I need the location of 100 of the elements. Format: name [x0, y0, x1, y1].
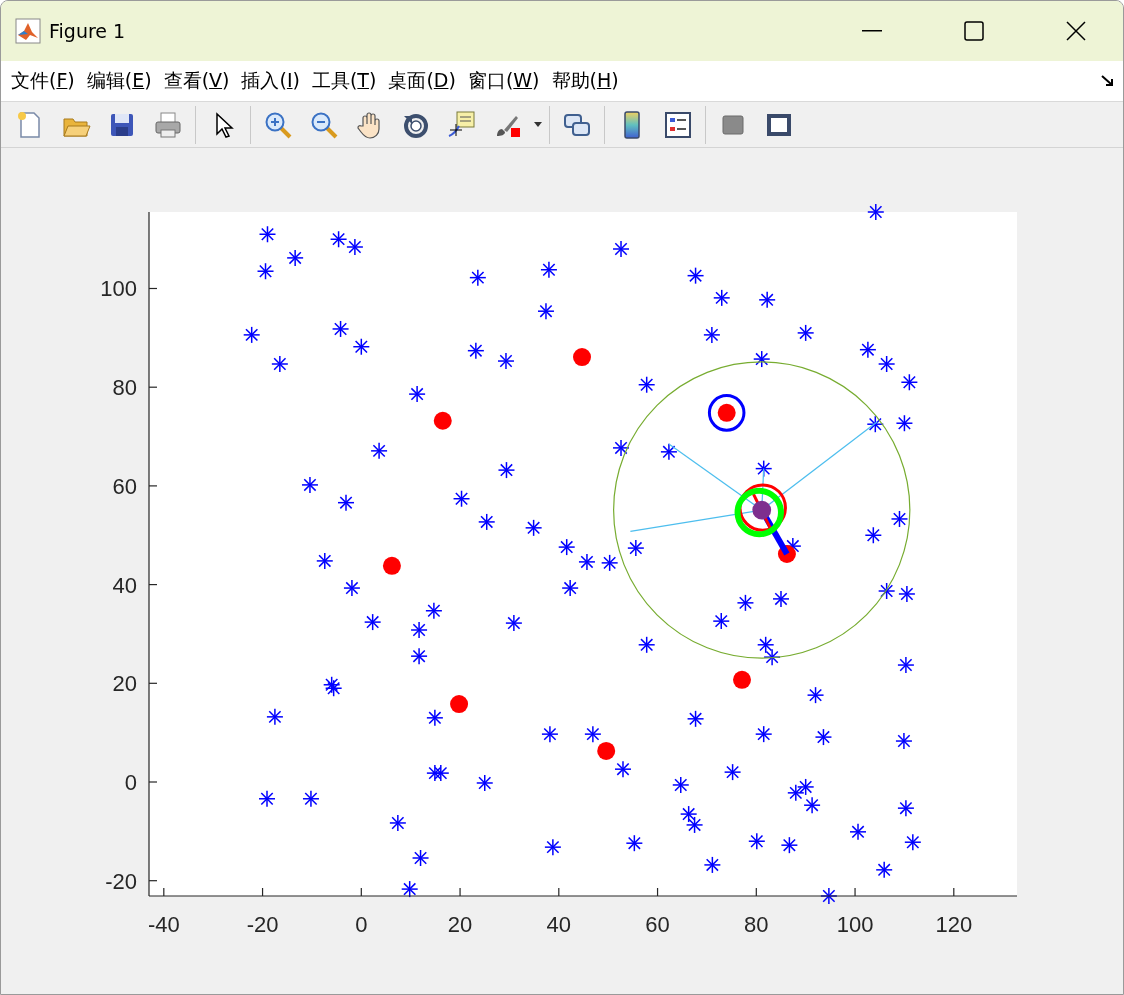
star-marker	[476, 774, 494, 792]
star-marker	[425, 602, 443, 620]
star-marker	[890, 510, 909, 528]
tick-label: -40	[147, 912, 180, 937]
tick-label: 80	[112, 375, 137, 401]
menu-item[interactable]: 查看(V)	[157, 63, 236, 99]
star-marker	[410, 621, 428, 639]
star-marker	[864, 526, 883, 544]
menu-item[interactable]: 编辑(E)	[80, 63, 158, 99]
star-marker	[900, 373, 919, 391]
tick-label: 20	[112, 671, 137, 697]
star-marker	[600, 554, 619, 572]
star-marker	[627, 539, 645, 557]
caret-icon	[534, 122, 542, 127]
star-marker	[540, 261, 558, 279]
dot-marker	[382, 556, 401, 575]
star-marker	[703, 856, 722, 874]
star-marker	[612, 439, 630, 457]
star-marker	[787, 784, 805, 802]
print-icon	[153, 109, 183, 140]
star-marker	[867, 203, 885, 221]
tick-label: 120	[935, 912, 973, 937]
tick-label: 40	[546, 912, 572, 937]
star-marker	[258, 225, 277, 243]
star-marker	[578, 553, 596, 571]
menu-item[interactable]: 帮助(H)	[545, 63, 625, 99]
star-marker	[477, 513, 496, 531]
star-marker	[544, 838, 562, 856]
star-marker	[497, 461, 516, 479]
data-cursor-icon	[447, 109, 477, 140]
star-marker	[469, 268, 487, 287]
tick-label: 40	[112, 572, 137, 598]
star-marker	[712, 612, 730, 630]
star-marker	[686, 266, 705, 285]
dot-marker	[573, 348, 591, 367]
star-marker	[258, 790, 276, 808]
star-marker	[337, 493, 355, 512]
dot-marker	[752, 500, 772, 520]
star-marker	[584, 725, 602, 743]
star-marker	[685, 816, 704, 834]
star-marker	[389, 814, 407, 832]
star-marker	[672, 776, 690, 794]
star-marker	[895, 732, 913, 750]
star-marker	[614, 760, 632, 778]
tick-label: 20	[447, 912, 473, 937]
star-marker	[426, 709, 444, 727]
star-marker	[877, 582, 896, 600]
menu-item[interactable]: 文件(F)	[5, 63, 81, 99]
menu-item[interactable]: 桌面(D)	[382, 63, 462, 99]
star-marker	[904, 833, 922, 851]
star-marker	[898, 585, 916, 603]
tick-label: 100	[836, 912, 874, 937]
arrow-icon	[1100, 74, 1116, 88]
star-marker	[497, 352, 515, 370]
star-marker	[541, 725, 559, 743]
maximize-icon	[964, 21, 984, 41]
star-marker	[859, 340, 877, 359]
star-marker	[660, 443, 678, 461]
star-marker	[754, 725, 773, 743]
dot-marker	[733, 670, 751, 689]
star-marker	[524, 519, 543, 537]
star-marker	[686, 710, 705, 728]
star-marker	[796, 324, 815, 342]
star-marker	[557, 538, 576, 556]
star-marker	[703, 326, 721, 344]
star-marker	[301, 476, 319, 494]
tick-label: 0	[355, 912, 368, 937]
star-marker	[505, 614, 523, 632]
star-marker	[286, 249, 304, 267]
tick-label: 60	[112, 473, 137, 499]
star-marker	[713, 289, 731, 307]
menu-item[interactable]: 插入(I)	[235, 63, 306, 99]
tick-label: 80	[744, 912, 769, 937]
star-marker	[329, 230, 348, 248]
menu-item[interactable]: 窗口(W)	[461, 63, 546, 99]
star-marker	[452, 490, 471, 508]
star-marker	[814, 728, 833, 746]
star-marker	[363, 613, 382, 631]
window-title: Figure 1	[49, 20, 127, 42]
star-marker	[820, 887, 838, 905]
star-marker	[723, 763, 742, 781]
dot-marker	[597, 741, 616, 760]
star-marker	[849, 823, 867, 841]
star-marker	[806, 686, 825, 704]
menu-item[interactable]: 工具(T)	[305, 63, 383, 99]
star-marker	[256, 262, 275, 280]
star-marker	[748, 832, 766, 850]
star-marker	[637, 376, 656, 394]
app-logo-icon	[15, 18, 41, 44]
star-marker	[432, 764, 450, 782]
star-marker	[411, 849, 430, 867]
star-marker	[753, 350, 771, 368]
star-marker	[408, 385, 426, 403]
star-marker	[679, 805, 698, 823]
star-marker	[266, 708, 284, 726]
star-marker	[625, 834, 644, 852]
tick-label: 100	[100, 276, 137, 302]
dot-marker	[450, 695, 469, 714]
star-marker	[637, 636, 656, 654]
star-marker	[736, 594, 755, 612]
